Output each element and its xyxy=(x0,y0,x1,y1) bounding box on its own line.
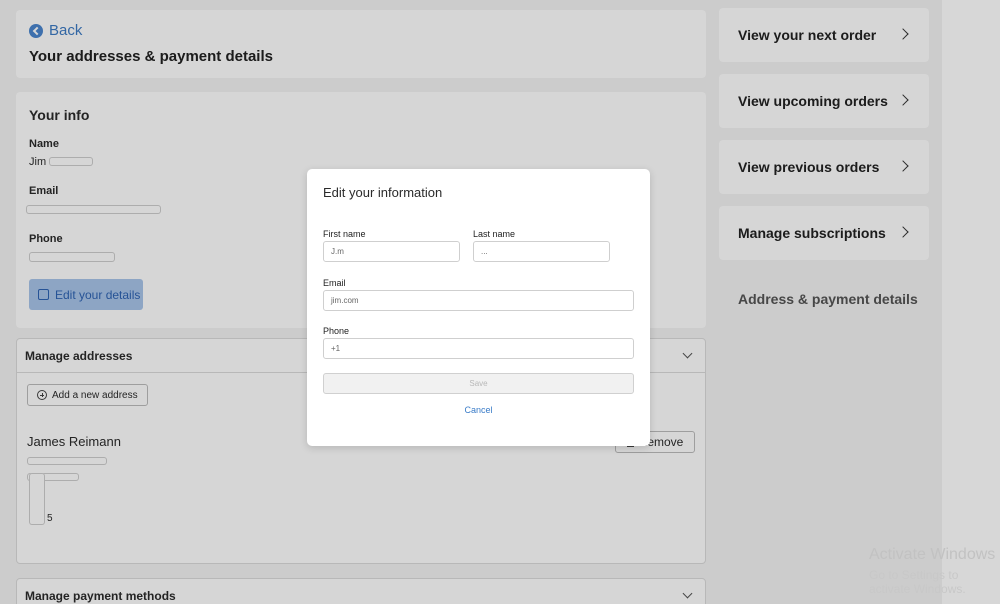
last-name-label: Last name xyxy=(473,229,516,239)
cancel-link[interactable]: Cancel xyxy=(307,405,650,415)
last-name-field[interactable]: ... xyxy=(473,241,610,262)
first-name-field[interactable]: J.m xyxy=(323,241,460,262)
phone-field[interactable]: +1 xyxy=(323,338,634,359)
edit-information-dialog: Edit your information First name J.m Las… xyxy=(307,169,650,446)
windows-activation-subtitle: Go to Settings to activate Windows. xyxy=(869,568,966,596)
dialog-title: Edit your information xyxy=(323,185,443,200)
email-label: Email xyxy=(323,278,346,288)
windows-activation-title: Activate Windows xyxy=(869,546,996,563)
email-field[interactable]: jim.com xyxy=(323,290,634,311)
first-name-label: First name xyxy=(323,229,366,239)
right-edge-strip xyxy=(942,0,1000,604)
phone-label: Phone xyxy=(323,326,350,336)
save-button[interactable]: Save xyxy=(323,373,634,394)
